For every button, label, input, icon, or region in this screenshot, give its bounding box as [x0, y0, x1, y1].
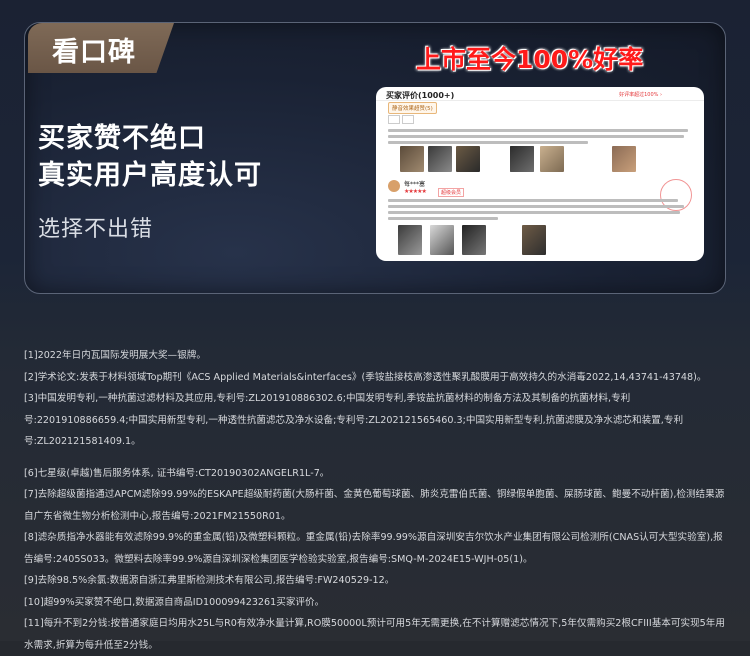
review-screenshot: 买家评价(1000+) 好评率超过100% › 静音效果超赞(5) 每***塞 … [376, 87, 704, 261]
review-photo [510, 146, 534, 172]
footnotes: [1]2022年日内瓦国际发明展大奖—银牌。 [2]学术论文:发表于材料领域To… [24, 345, 728, 656]
review-photo [456, 146, 480, 172]
filter-chip-blank [388, 115, 400, 124]
review-filter-chip: 静音效果超赞(5) [388, 102, 437, 114]
footnote: [8]滤杂质指净水器能有效滤除99.9%的重金属(铅)及微塑料颗粒。重金属(铅)… [24, 532, 723, 565]
member-badge: 超级会员 [438, 188, 465, 197]
subheadline: 选择不出错 [38, 217, 154, 242]
review-photo [400, 146, 424, 172]
review-text-line [388, 217, 498, 220]
headline-line-1: 买家赞不绝口 [38, 123, 206, 154]
review-text-line [388, 211, 680, 214]
review-photo [428, 146, 452, 172]
footnote: [6]七星级(卓越)售后服务体系, 证书编号:CT20190302ANGELR1… [24, 467, 330, 479]
footnote: [1]2022年日内瓦国际发明展大奖—银牌。 [24, 350, 206, 361]
review-photo [430, 225, 454, 255]
review-text-line [388, 135, 684, 138]
footnote: [11]每升不到2分钱:按普通家庭日均用水25L与R0有效净水量计算,RO膜50… [24, 618, 725, 651]
review-text-line [388, 129, 688, 132]
filter-chip-blank [402, 115, 414, 124]
footnote: [2]学术论文:发表于材料领域Top期刊《ACS Applied Materia… [24, 371, 707, 383]
review-photo [522, 225, 546, 255]
footnote: [3]中国发明专利,一种抗菌过滤材料及其应用,专利号:ZL20191088630… [24, 393, 684, 447]
review-text-line [388, 199, 678, 202]
review-text-line [388, 205, 684, 208]
footnote: [9]去除98.5%余氯:数据源自浙江弗里斯检测技术有限公司,报告编号:FW24… [24, 575, 395, 586]
review-photo [462, 225, 486, 255]
footnote: [7]去除超级菌指通过APCM滤除99.99%的ESKAPE超级耐药菌(大肠杆菌… [24, 489, 725, 522]
review-photo [398, 225, 422, 255]
headline-line-2: 真实用户高度认可 [38, 160, 262, 191]
rating-stars: ★★★★★ [404, 188, 427, 195]
review-divider [376, 100, 704, 101]
review-photo [612, 146, 636, 172]
footnote: [10]超99%买家赞不绝口,数据源自商品ID100099423261买家评价。 [24, 596, 325, 608]
avatar [388, 180, 400, 192]
review-photo [540, 146, 564, 172]
review-text-line [388, 141, 588, 144]
section-tag-label: 看口碑 [52, 37, 136, 68]
page-background: 看口碑 买家赞不绝口 真实用户高度认可 选择不出错 上市至今100%好率 买家评… [0, 0, 750, 651]
reviewer-name: 每***塞 [404, 181, 426, 188]
good-rate-link: 好评率超过100% › [619, 92, 662, 98]
promo-banner-text: 上市至今100%好率 [416, 45, 644, 74]
